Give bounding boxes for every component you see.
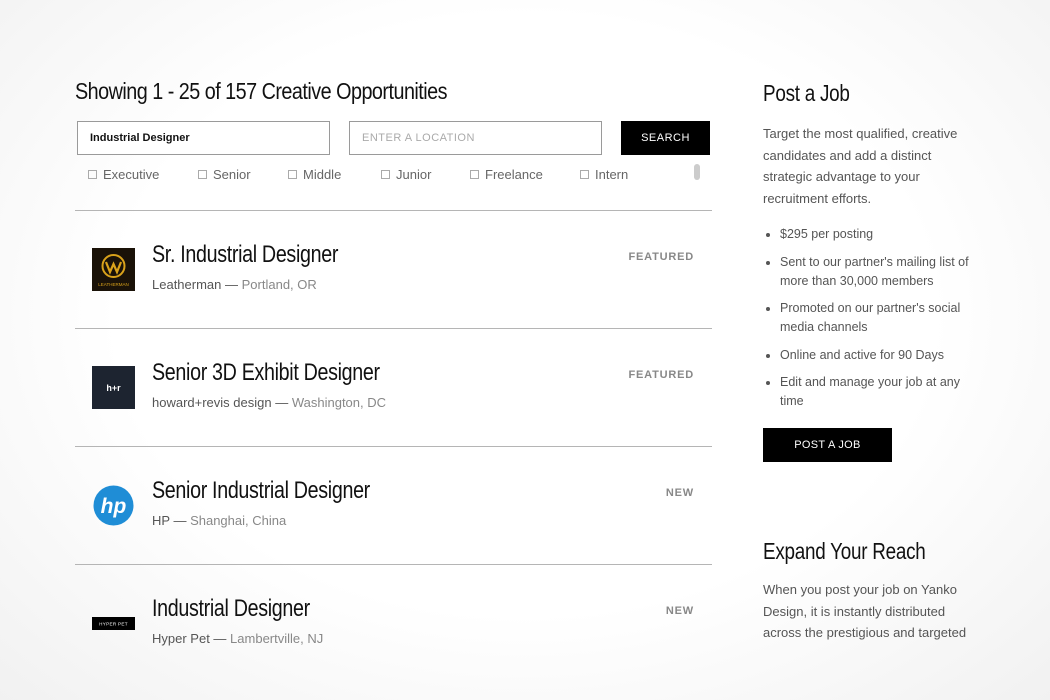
job-meta: HP — Shanghai, China: [152, 513, 287, 528]
checkbox-icon[interactable]: [580, 170, 589, 179]
job-meta: howard+revis design — Washington, DC: [152, 395, 387, 410]
filter-label: Middle: [303, 167, 342, 182]
hp-logo-icon: hp: [92, 484, 135, 527]
featured-badge: FEATURED: [628, 251, 694, 263]
job-title[interactable]: Industrial Designer: [152, 595, 310, 623]
filter-label: Intern: [595, 167, 629, 182]
job-location: Shanghai, China: [190, 513, 287, 528]
location-input[interactable]: ENTER A LOCATION: [349, 121, 602, 155]
filter-middle[interactable]: Middle: [288, 167, 341, 182]
filter-executive[interactable]: Executive: [88, 167, 159, 182]
new-badge: NEW: [665, 487, 694, 499]
results-panel: Showing 1 - 25 of 157 Creative Opportuni…: [75, 72, 712, 646]
checkbox-icon[interactable]: [288, 170, 297, 179]
logo-wordmark: h+r: [106, 383, 121, 393]
hyper-pet-logo-icon: HYPER PET: [92, 602, 135, 645]
level-filters: Executive Senior Middle Junior Freelance…: [75, 164, 712, 187]
company-name[interactable]: HP: [152, 513, 170, 528]
post-job-button[interactable]: POST A JOB: [763, 428, 892, 462]
job-row[interactable]: HYPER PET Industrial Designer Hyper Pet …: [75, 564, 712, 682]
job-row[interactable]: h+r Senior 3D Exhibit Designer howard+re…: [75, 328, 712, 446]
checkbox-icon[interactable]: [88, 170, 97, 179]
job-row[interactable]: hp Senior Industrial Designer HP — Shang…: [75, 446, 712, 564]
filter-label: Junior: [396, 167, 432, 182]
job-meta: Hyper Pet — Lambertville, NJ: [152, 631, 324, 646]
filter-freelance[interactable]: Freelance: [470, 167, 543, 182]
filter-scrollbar[interactable]: [694, 164, 700, 180]
benefit-item: Sent to our partner's mailing list of mo…: [780, 253, 973, 291]
logo-wordmark: HYPER PET: [99, 622, 128, 627]
post-job-description: Target the most qualified, creative cand…: [763, 126, 958, 206]
job-list: LEATHERMAN Sr. Industrial Designer Leath…: [75, 210, 712, 682]
company-name[interactable]: Hyper Pet: [152, 631, 210, 646]
job-title[interactable]: Senior Industrial Designer: [152, 477, 370, 505]
benefit-item: Online and active for 90 Days: [780, 346, 973, 365]
expand-reach-description: When you post your job on Yanko Design, …: [763, 582, 967, 640]
logo-wordmark: LEATHERMAN: [98, 282, 128, 287]
job-title[interactable]: Senior 3D Exhibit Designer: [152, 359, 380, 387]
job-row[interactable]: LEATHERMAN Sr. Industrial Designer Leath…: [75, 210, 712, 328]
post-job-benefits: $295 per posting Sent to our partner's m…: [763, 225, 973, 411]
job-location: Lambertville, NJ: [230, 631, 324, 646]
job-location: Portland, OR: [241, 277, 317, 292]
checkbox-icon[interactable]: [381, 170, 390, 179]
job-location: Washington, DC: [291, 395, 387, 410]
filter-label: Senior: [213, 167, 251, 182]
job-meta: Leatherman — Portland, OR: [152, 277, 317, 292]
logo-wordmark: hp: [101, 495, 127, 518]
filter-label: Executive: [103, 167, 160, 182]
search-button[interactable]: SEARCH: [621, 121, 710, 155]
checkbox-icon[interactable]: [198, 170, 207, 179]
howard-revis-logo-icon: h+r: [92, 366, 135, 409]
benefit-item: $295 per posting: [780, 225, 973, 244]
checkbox-icon[interactable]: [470, 170, 479, 179]
sidebar: Post a Job Target the most qualified, cr…: [763, 80, 973, 644]
company-name[interactable]: howard+revis design: [152, 395, 272, 410]
featured-badge: FEATURED: [628, 369, 694, 381]
benefit-item: Edit and manage your job at any time: [780, 373, 973, 411]
leatherman-logo-icon: LEATHERMAN: [92, 248, 135, 291]
filter-label: Freelance: [485, 167, 543, 182]
new-badge: NEW: [665, 605, 694, 617]
company-name[interactable]: Leatherman: [152, 277, 221, 292]
benefit-item: Promoted on our partner's social media c…: [780, 299, 973, 337]
keyword-input[interactable]: Industrial Designer: [77, 121, 330, 155]
job-title[interactable]: Sr. Industrial Designer: [152, 241, 338, 269]
filter-senior[interactable]: Senior: [198, 167, 251, 182]
expand-reach-title: Expand Your Reach: [763, 538, 926, 564]
filter-junior[interactable]: Junior: [381, 167, 431, 182]
results-heading: Showing 1 - 25 of 157 Creative Opportuni…: [75, 78, 448, 104]
post-job-title: Post a Job: [763, 80, 850, 106]
search-bar: Industrial Designer ENTER A LOCATION SEA…: [75, 121, 712, 157]
filter-intern[interactable]: Intern: [580, 167, 628, 182]
